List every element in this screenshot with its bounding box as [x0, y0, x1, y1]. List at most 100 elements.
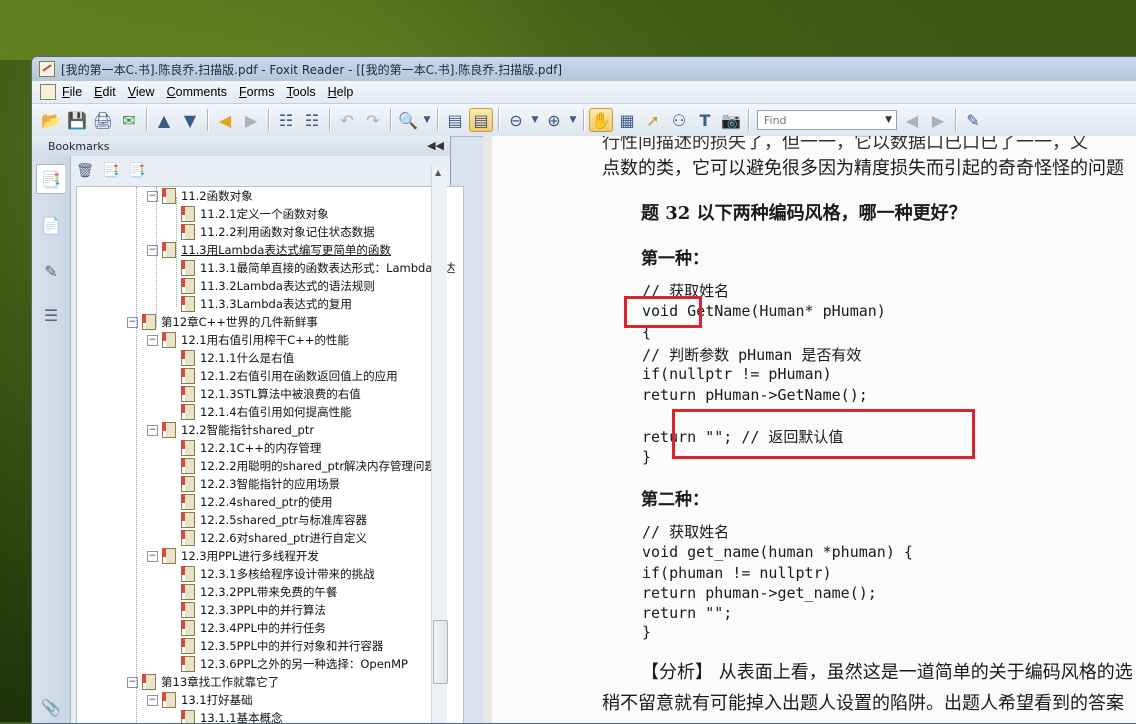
delete-bookmark-icon[interactable]: 🗑	[73, 159, 97, 183]
bookmark-item[interactable]: − 12.3用PPL进行多线程开发	[147, 547, 319, 565]
bookmark-item[interactable]: 12.1.4右值引用如何提高性能	[181, 403, 352, 421]
bookmark-options-icon[interactable]: 📑	[125, 159, 149, 183]
menu-forms[interactable]: Forms	[239, 85, 274, 99]
print-icon[interactable]: 🖨	[91, 108, 115, 132]
bookmarks-tab-icon[interactable]: 📑	[36, 164, 65, 194]
extract-pages-icon[interactable]: ☷	[274, 108, 298, 132]
expand-toggle-icon[interactable]: −	[147, 334, 158, 346]
style2-heading: 第二种：	[641, 490, 709, 510]
pdf-page: 行性间描述的损失了，但一一，它以数据口已口已了一一，又 点数的类，它可以避免很多…	[492, 136, 1136, 723]
menu-edit[interactable]: Edit	[94, 85, 116, 99]
zoom-in-dropdown-icon[interactable]: ▼	[568, 108, 578, 132]
expand-toggle-icon[interactable]: −	[147, 550, 158, 562]
code1-line: if(nullptr != pHuman)	[642, 365, 832, 383]
document-icon[interactable]	[40, 84, 56, 100]
zoom-in-icon[interactable]: ⊕	[542, 108, 566, 132]
add-bookmark-icon[interactable]: 📑	[99, 159, 123, 183]
forward-icon[interactable]: ▶	[239, 108, 263, 132]
back-icon[interactable]: ◀	[213, 108, 237, 132]
scroll-up-icon[interactable]: ▲	[435, 168, 441, 177]
layers-tab-icon[interactable]: ☰	[40, 304, 62, 326]
bookmark-label: 12.2智能指针shared_ptr	[181, 423, 315, 437]
bookmark-item[interactable]: 11.3.3Lambda表达式的复用	[181, 295, 352, 313]
menu-view[interactable]: View	[128, 85, 155, 99]
save-icon[interactable]: 💾	[65, 108, 89, 132]
expand-toggle-icon[interactable]: −	[147, 694, 158, 706]
open-icon[interactable]: 📂	[39, 108, 63, 132]
attachments-tab-icon[interactable]: 📎	[40, 696, 62, 718]
bookmark-item[interactable]: 11.2.1定义一个函数对象	[181, 205, 329, 223]
code2-line: return phuman->get_name();	[642, 584, 877, 602]
bookmark-scrollbar[interactable]: ▲	[431, 166, 448, 723]
find-previous-icon[interactable]: ◀	[900, 108, 924, 132]
bookmark-item[interactable]: 12.1.2右值引用在函数返回值上的应用	[181, 367, 398, 385]
comments-tab-icon[interactable]: ✎	[40, 260, 62, 282]
zoom-dropdown-icon[interactable]: ▼	[422, 108, 432, 132]
redo-icon[interactable]: ↷	[361, 108, 385, 132]
bookmark-item[interactable]: − 12.1用右值引用榨干C++的性能	[147, 331, 349, 349]
bookmark-item[interactable]: 12.2.3智能指针的应用场景	[181, 475, 340, 493]
bookmark-item[interactable]: −11.3用Lambda表达式编写更简单的函数	[147, 241, 391, 259]
bookmark-item[interactable]: 11.3.1最简单直接的函数表达形式：Lambda表达	[181, 259, 455, 277]
bookmark-icon	[181, 620, 195, 636]
pages-tab-icon[interactable]: 📄	[40, 214, 62, 236]
expand-toggle-icon[interactable]: −	[147, 424, 158, 436]
zoom-icon[interactable]: 🔍	[396, 108, 420, 132]
menu-file[interactable]: File	[62, 85, 82, 99]
bookmark-item[interactable]: 12.3.4PPL中的并行任务	[181, 619, 326, 637]
bookmark-icon	[162, 422, 176, 438]
fit-page-icon[interactable]: ▤	[443, 108, 467, 132]
find-input[interactable]	[762, 112, 876, 128]
bookmark-item[interactable]: 12.2.2用聪明的shared_ptr解决内存管理问题	[181, 457, 436, 475]
menu-bar: File Edit View Comments Forms Tools Help	[32, 81, 1136, 104]
zoom-out-dropdown-icon[interactable]: ▼	[530, 108, 540, 132]
menu-tools[interactable]: Tools	[286, 85, 315, 99]
find-dropdown-icon[interactable]: ▼	[885, 115, 892, 125]
menu-comments[interactable]: Comments	[167, 85, 227, 99]
bookmark-item[interactable]: 12.3.3PPL中的并行算法	[181, 601, 326, 619]
title-bar[interactable]: [我的第一本C.书].陈良乔.扫描版.pdf - Foxit Reader - …	[32, 57, 1136, 81]
bookmark-item[interactable]: − 13.1打好基础	[147, 691, 253, 709]
bookmark-item[interactable]: 12.3.2PPL带来免费的午餐	[181, 583, 337, 601]
comment-tool-icon[interactable]: ✎	[961, 108, 985, 132]
bookmark-item[interactable]: 11.3.2Lambda表达式的语法规则	[181, 277, 375, 295]
bookmark-item[interactable]: 12.3.6PPL之外的另一种选择：OpenMP	[181, 655, 408, 673]
page-line-top2: 点数的类，它可以避免很多因为精度损失而引起的奇奇怪怪的问题	[602, 158, 1124, 179]
bookmark-label: 11.2.2利用函数对象记住状态数据	[200, 225, 375, 239]
fit-width-icon[interactable]: ▤	[469, 108, 493, 132]
menu-help[interactable]: Help	[328, 85, 354, 99]
select-text-icon[interactable]: ▦	[615, 108, 639, 132]
bookmark-item[interactable]: − 12.2智能指针shared_ptr	[147, 421, 314, 439]
bookmark-label: 12.1用右值引用榨干C++的性能	[181, 333, 349, 347]
previous-page-icon[interactable]: ▲	[152, 108, 176, 132]
code1-line: }	[642, 448, 652, 466]
foxit-app-icon	[39, 61, 55, 77]
undo-icon[interactable]: ↶	[335, 108, 359, 132]
snapshot-icon[interactable]: 📷	[719, 108, 743, 132]
bookmark-item[interactable]: 12.2.6对shared_ptr进行自定义	[181, 529, 367, 547]
bookmark-item[interactable]: 12.2.5shared_ptr与标准库容器	[181, 511, 367, 529]
bookmark-item[interactable]: 12.1.3STL算法中被浪费的右值	[181, 385, 361, 403]
bookmark-item[interactable]: 12.1.1什么是右值	[181, 349, 294, 367]
email-icon[interactable]: ✉	[117, 108, 141, 132]
hand-tool-icon[interactable]: ✋	[589, 108, 613, 132]
scrollbar-thumb[interactable]	[433, 620, 448, 684]
bookmark-icon	[181, 566, 195, 582]
find-next-icon[interactable]: ▶	[926, 108, 950, 132]
bookmark-item[interactable]: − 第13章找工作就靠它了	[127, 673, 279, 691]
bookmark-item[interactable]: −11.2函数对象	[147, 187, 253, 205]
bookmark-item[interactable]: 11.2.2利用函数对象记住状态数据	[181, 223, 375, 241]
binoculars-icon[interactable]: ⚇	[667, 108, 691, 132]
zoom-out-icon[interactable]: ⊖	[504, 108, 528, 132]
collapse-panel-icon[interactable]: ◀◀	[427, 139, 444, 152]
select-annotation-icon[interactable]: ➚	[641, 108, 665, 132]
typewriter-icon[interactable]: T	[693, 108, 717, 132]
bookmark-item[interactable]: 12.2.4shared_ptr的使用	[181, 493, 333, 511]
next-page-icon[interactable]: ▼	[178, 108, 202, 132]
bookmark-label: 12.1.1什么是右值	[200, 351, 295, 365]
bookmark-label: 13.1打好基础	[181, 693, 253, 707]
bookmark-item[interactable]: 12.3.1多核给程序设计带来的挑战	[181, 565, 375, 583]
bookmark-item[interactable]: 12.2.1C++的内存管理	[181, 439, 321, 457]
bookmark-item[interactable]: 12.3.5PPL中的并行对象和并行容器	[181, 637, 383, 655]
insert-pages-icon[interactable]: ☷	[300, 108, 324, 132]
